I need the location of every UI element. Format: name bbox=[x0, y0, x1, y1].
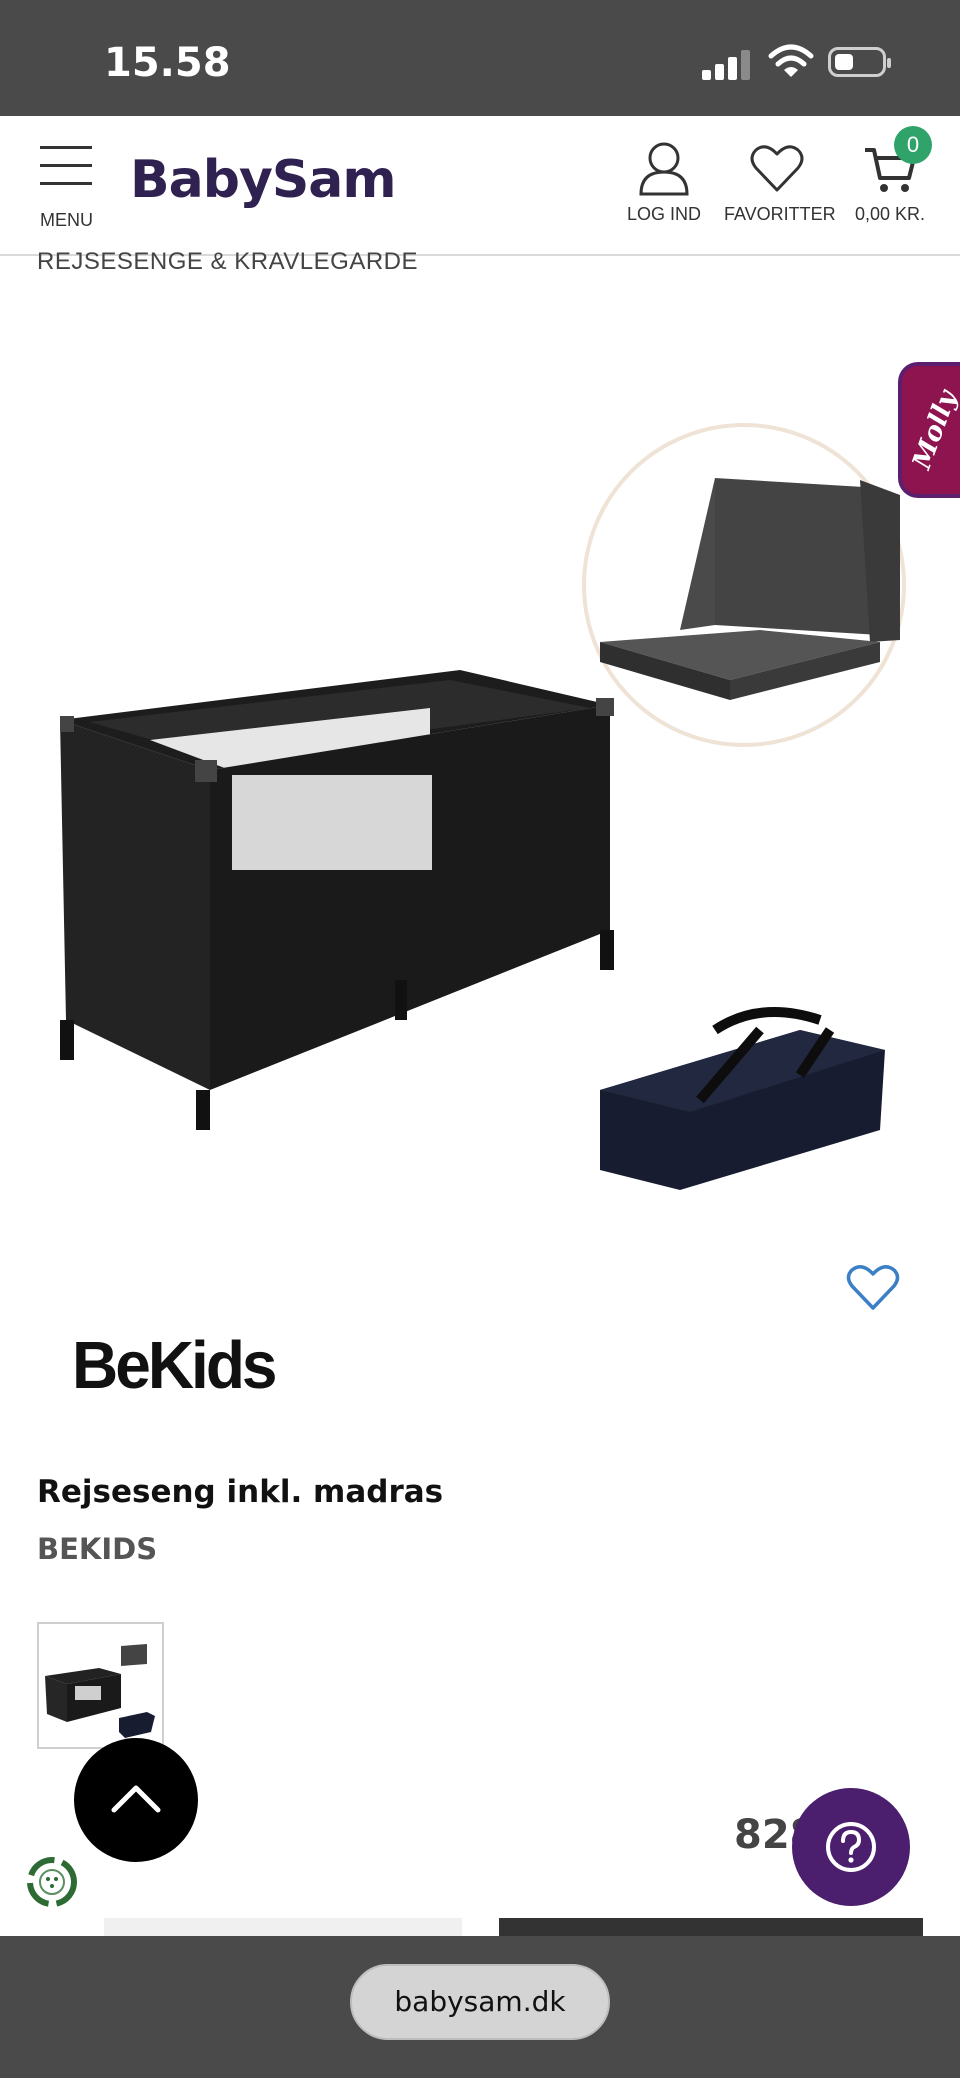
add-to-cart-button[interactable] bbox=[499, 1918, 923, 1936]
breadcrumb[interactable]: REJSESENGE & KRAVLEGARDE bbox=[37, 248, 418, 276]
scroll-top-button[interactable] bbox=[74, 1738, 198, 1862]
browser-bar: babysam.dk bbox=[0, 1936, 960, 2078]
product-brand[interactable]: BEKIDS bbox=[37, 1532, 157, 1566]
menu-icon[interactable] bbox=[40, 146, 92, 186]
product-image[interactable] bbox=[0, 330, 960, 1230]
login-button[interactable]: LOG IND bbox=[624, 140, 704, 225]
help-button[interactable] bbox=[792, 1788, 910, 1906]
battery-icon bbox=[828, 47, 891, 77]
question-icon bbox=[826, 1822, 876, 1872]
thumbnail-image bbox=[45, 1644, 155, 1738]
product-title: Rejseseng inkl. madras bbox=[37, 1474, 444, 1510]
site-header: MENU BabySam LOG IND FAVORITTER 0,00 KR.… bbox=[0, 116, 960, 256]
menu-label[interactable]: MENU bbox=[40, 210, 93, 231]
heart-icon bbox=[750, 145, 804, 192]
chevron-up-icon bbox=[111, 1785, 161, 1813]
site-logo[interactable]: BabySam bbox=[130, 150, 397, 210]
user-icon bbox=[639, 142, 689, 196]
status-time: 15.58 bbox=[104, 40, 231, 86]
favorites-label: FAVORITTER bbox=[724, 204, 836, 224]
status-bar: 15.58 bbox=[0, 0, 960, 116]
recycle-icon[interactable] bbox=[16, 1846, 88, 1918]
product-thumbnail[interactable] bbox=[37, 1622, 164, 1749]
login-label: LOG IND bbox=[626, 204, 701, 224]
favorites-button[interactable]: FAVORITTER bbox=[724, 140, 836, 225]
secondary-action-button[interactable] bbox=[104, 1918, 462, 1936]
cart-label: 0,00 KR. bbox=[854, 204, 926, 224]
brand-logo[interactable]: BeKids bbox=[72, 1326, 277, 1404]
favorite-heart-icon[interactable] bbox=[846, 1262, 900, 1312]
wifi-icon bbox=[768, 44, 814, 77]
url-bar[interactable]: babysam.dk bbox=[350, 1964, 610, 2040]
cart-count-badge: 0 bbox=[894, 126, 932, 164]
signal-icon bbox=[702, 50, 752, 80]
